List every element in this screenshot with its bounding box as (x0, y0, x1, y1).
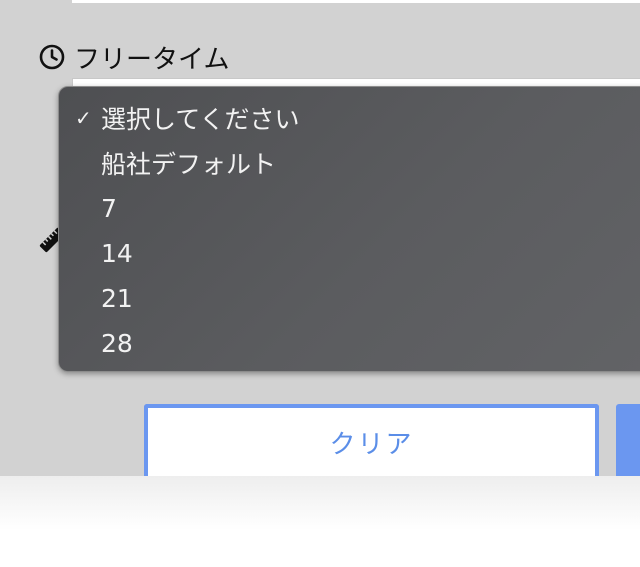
submit-button[interactable] (616, 404, 640, 476)
page: フリータイム クリア ✓ 選択してください 船社デフォルト 7 14 21 28 (0, 0, 640, 567)
page-footer-area (0, 476, 640, 567)
dropdown-option[interactable]: 7 (59, 186, 117, 230)
dropdown-option-label: 21 (101, 283, 133, 313)
dropdown-option[interactable]: 船社デフォルト (59, 141, 276, 185)
dropdown-option[interactable]: 14 (59, 231, 133, 275)
clear-button[interactable]: クリア (144, 404, 599, 476)
dropdown-option[interactable]: ✓ 選択してください (59, 96, 300, 140)
dropdown-option-label: 選択してください (101, 105, 300, 134)
free-time-dropdown-menu: ✓ 選択してください 船社デフォルト 7 14 21 28 (58, 86, 640, 372)
clear-button-label: クリア (329, 429, 414, 460)
free-time-label: フリータイム (38, 40, 230, 75)
dropdown-option-label: 28 (101, 328, 133, 358)
checkmark-icon: ✓ (75, 106, 92, 130)
dropdown-option[interactable]: 21 (59, 276, 133, 320)
dropdown-option[interactable]: 28 (59, 321, 133, 365)
dropdown-option-label: 14 (101, 238, 133, 268)
previous-field-edge (72, 0, 640, 3)
dropdown-option-label: 7 (101, 193, 117, 223)
clock-icon (39, 44, 65, 70)
dropdown-option-label: 船社デフォルト (101, 150, 277, 179)
free-time-label-text: フリータイム (74, 44, 230, 75)
